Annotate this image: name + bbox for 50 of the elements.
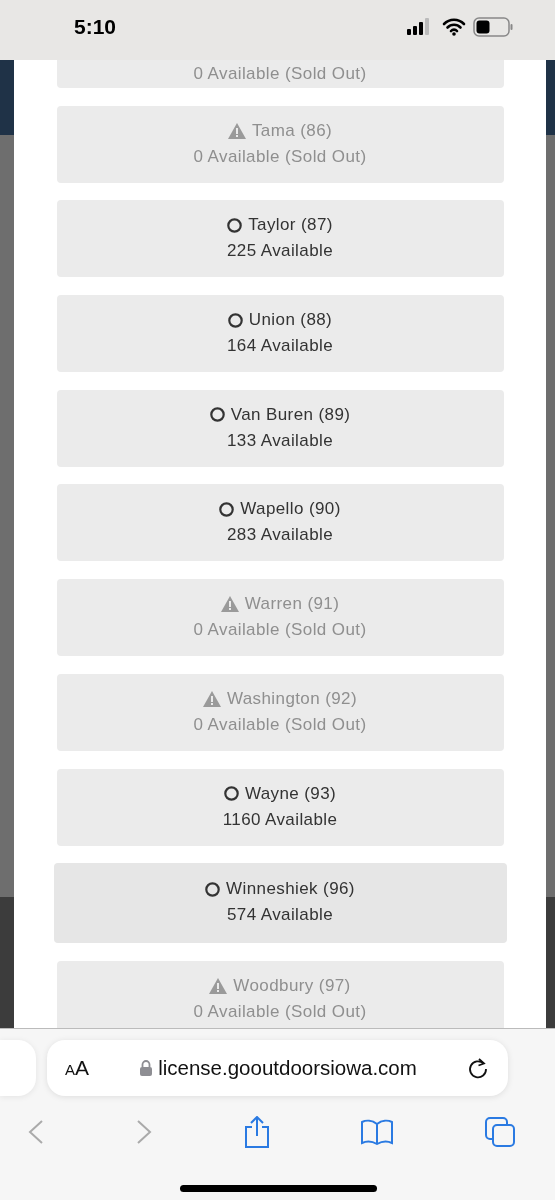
lock-icon (140, 1060, 153, 1076)
clock-time: 5:10 (74, 15, 117, 39)
share-icon[interactable] (243, 1116, 270, 1148)
county-name: Union (88) (248, 309, 333, 332)
reload-icon[interactable] (468, 1057, 488, 1079)
availability-text: 283 Available (227, 524, 333, 547)
warning-icon (227, 122, 246, 139)
availability-text: 133 Available (227, 429, 333, 452)
county-name: Van Buren (89) (230, 403, 351, 426)
circle-icon (227, 312, 243, 328)
county-option[interactable]: Taylor (87) 225 Available (56, 200, 504, 278)
county-name: Woodbury (97) (233, 974, 351, 997)
county-name: Winneshiek (96) (226, 878, 355, 901)
warning-icon (220, 596, 239, 613)
tabs-icon[interactable] (485, 1117, 515, 1147)
warning-icon (209, 977, 228, 994)
county-name: Wapello (90) (240, 498, 341, 521)
bookmarks-icon[interactable] (361, 1119, 394, 1145)
back-icon[interactable] (28, 1119, 44, 1145)
text-size-button[interactable]: AA (65, 1056, 90, 1080)
availability-text: 574 Available (227, 904, 333, 927)
availability-text: 164 Available (227, 335, 333, 358)
availability-text: 1160 Available (222, 808, 338, 831)
url-text: license.gooutdoorsiowa.com (158, 1056, 417, 1080)
county-name: Tama (86) (251, 119, 333, 142)
county-name: Warren (91) (244, 593, 340, 616)
county-name: Wayne (93) (244, 782, 337, 805)
circle-icon (209, 407, 225, 423)
availability-text: 0 Available (Sold Out) (193, 619, 367, 642)
county-option[interactable]: Wapello (90) 283 Available (56, 484, 504, 562)
battery-icon (473, 17, 513, 37)
forward-icon[interactable] (135, 1119, 152, 1145)
availability-text: 225 Available (227, 240, 333, 263)
county-option[interactable]: Wayne (93) 1160 Available (56, 768, 504, 846)
county-name: Taylor (87) (248, 214, 333, 237)
availability-text: 0 Available (Sold Out) (193, 63, 367, 85)
wifi-icon (442, 18, 466, 36)
availability-text: 0 Available (Sold Out) (193, 713, 367, 736)
warning-icon (202, 690, 221, 707)
county-option[interactable]: Winneshiek (96) 574 Available (53, 863, 507, 944)
county-option[interactable]: Van Buren (89) 133 Available (56, 389, 504, 467)
circle-icon (219, 501, 235, 517)
address-bar[interactable]: AA license.gooutdoorsiowa.com (47, 1040, 508, 1096)
availability-text: 0 Available (Sold Out) (193, 1000, 367, 1023)
circle-icon (205, 881, 221, 897)
county-option[interactable]: Union (88) 164 Available (56, 295, 504, 373)
circle-icon (223, 786, 239, 801)
circle-icon (227, 217, 243, 233)
county-name: Washington (92) (226, 687, 358, 710)
availability-text: 0 Available (Sold Out) (193, 145, 367, 168)
